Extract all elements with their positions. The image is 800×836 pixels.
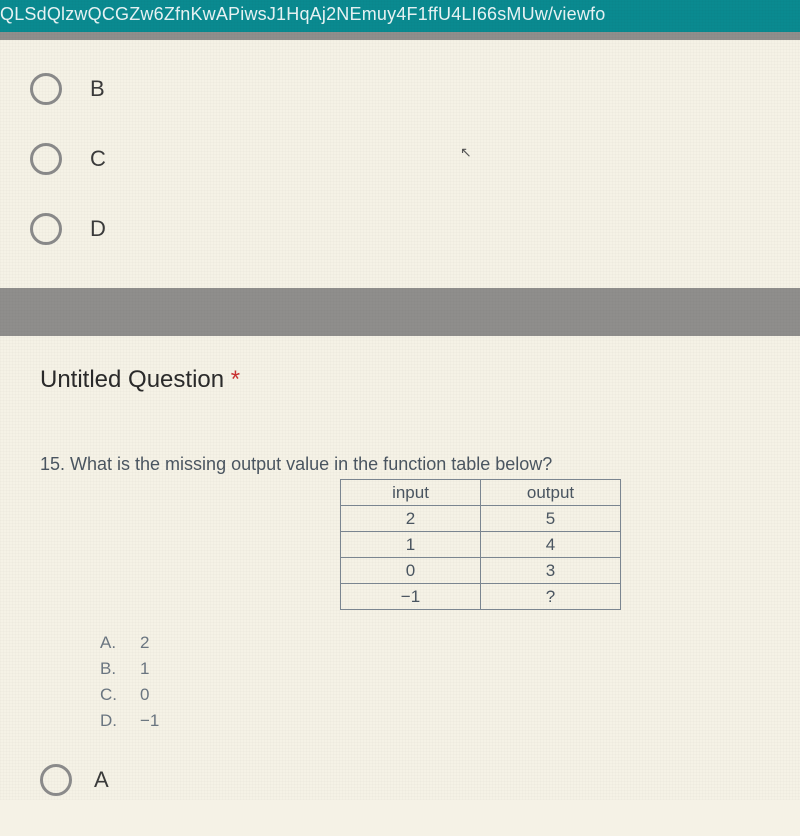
radio-icon[interactable] — [30, 213, 62, 245]
question-text: 15. What is the missing output value in … — [40, 454, 770, 475]
answer-c: C. 0 — [100, 682, 770, 708]
question-title: Untitled Question * — [40, 366, 770, 394]
table-head-output: output — [481, 480, 621, 506]
table-cell-output: 4 — [481, 532, 621, 558]
table-cell-input: 2 — [341, 506, 481, 532]
url-text: QLSdQlzwQCGZw6ZfnKwAPiwsJ1HqAj2NEmuy4F1f… — [0, 4, 605, 24]
question-card-top: B C ↖ D — [0, 40, 800, 288]
answer-list: A. 2 B. 1 C. 0 D. −1 — [100, 630, 770, 734]
answer-value: 2 — [140, 630, 149, 656]
option-d[interactable]: D — [30, 194, 770, 264]
answer-b: B. 1 — [100, 656, 770, 682]
table-cell-output: 3 — [481, 558, 621, 584]
table-cell-output: ? — [481, 584, 621, 610]
table-cell-input: 1 — [341, 532, 481, 558]
table-cell-input: 0 — [341, 558, 481, 584]
table-row: −1 ? — [341, 584, 621, 610]
table-head-input: input — [341, 480, 481, 506]
answer-letter: B. — [100, 656, 140, 682]
answer-value: 1 — [140, 656, 149, 682]
answer-value: −1 — [140, 708, 159, 734]
radio-icon[interactable] — [30, 73, 62, 105]
question-card-bottom: Untitled Question * 15. What is the miss… — [0, 336, 800, 836]
radio-icon[interactable] — [30, 143, 62, 175]
option-a-label: A — [94, 767, 109, 793]
table-header-row: input output — [341, 480, 621, 506]
answer-a: A. 2 — [100, 630, 770, 656]
table-row: 1 4 — [341, 532, 621, 558]
function-table: input output 2 5 1 4 0 3 −1 ? — [340, 479, 621, 610]
answer-value: 0 — [140, 682, 149, 708]
answer-letter: C. — [100, 682, 140, 708]
answer-d: D. −1 — [100, 708, 770, 734]
card-gap — [0, 288, 800, 328]
table-row: 2 5 — [341, 506, 621, 532]
option-b[interactable]: B — [30, 54, 770, 124]
question-title-text: Untitled Question — [40, 366, 224, 393]
answer-letter: A. — [100, 630, 140, 656]
radio-icon[interactable] — [40, 764, 72, 796]
option-c[interactable]: C — [30, 124, 770, 194]
option-c-label: C — [90, 146, 106, 172]
option-b-label: B — [90, 76, 105, 102]
answer-letter: D. — [100, 708, 140, 734]
table-cell-input: −1 — [341, 584, 481, 610]
table-cell-output: 5 — [481, 506, 621, 532]
url-bar: QLSdQlzwQCGZw6ZfnKwAPiwsJ1HqAj2NEmuy4F1f… — [0, 0, 800, 32]
option-d-label: D — [90, 216, 106, 242]
option-a[interactable]: A — [40, 764, 770, 796]
table-row: 0 3 — [341, 558, 621, 584]
required-asterisk: * — [231, 366, 240, 393]
function-table-wrap: input output 2 5 1 4 0 3 −1 ? — [40, 479, 770, 610]
